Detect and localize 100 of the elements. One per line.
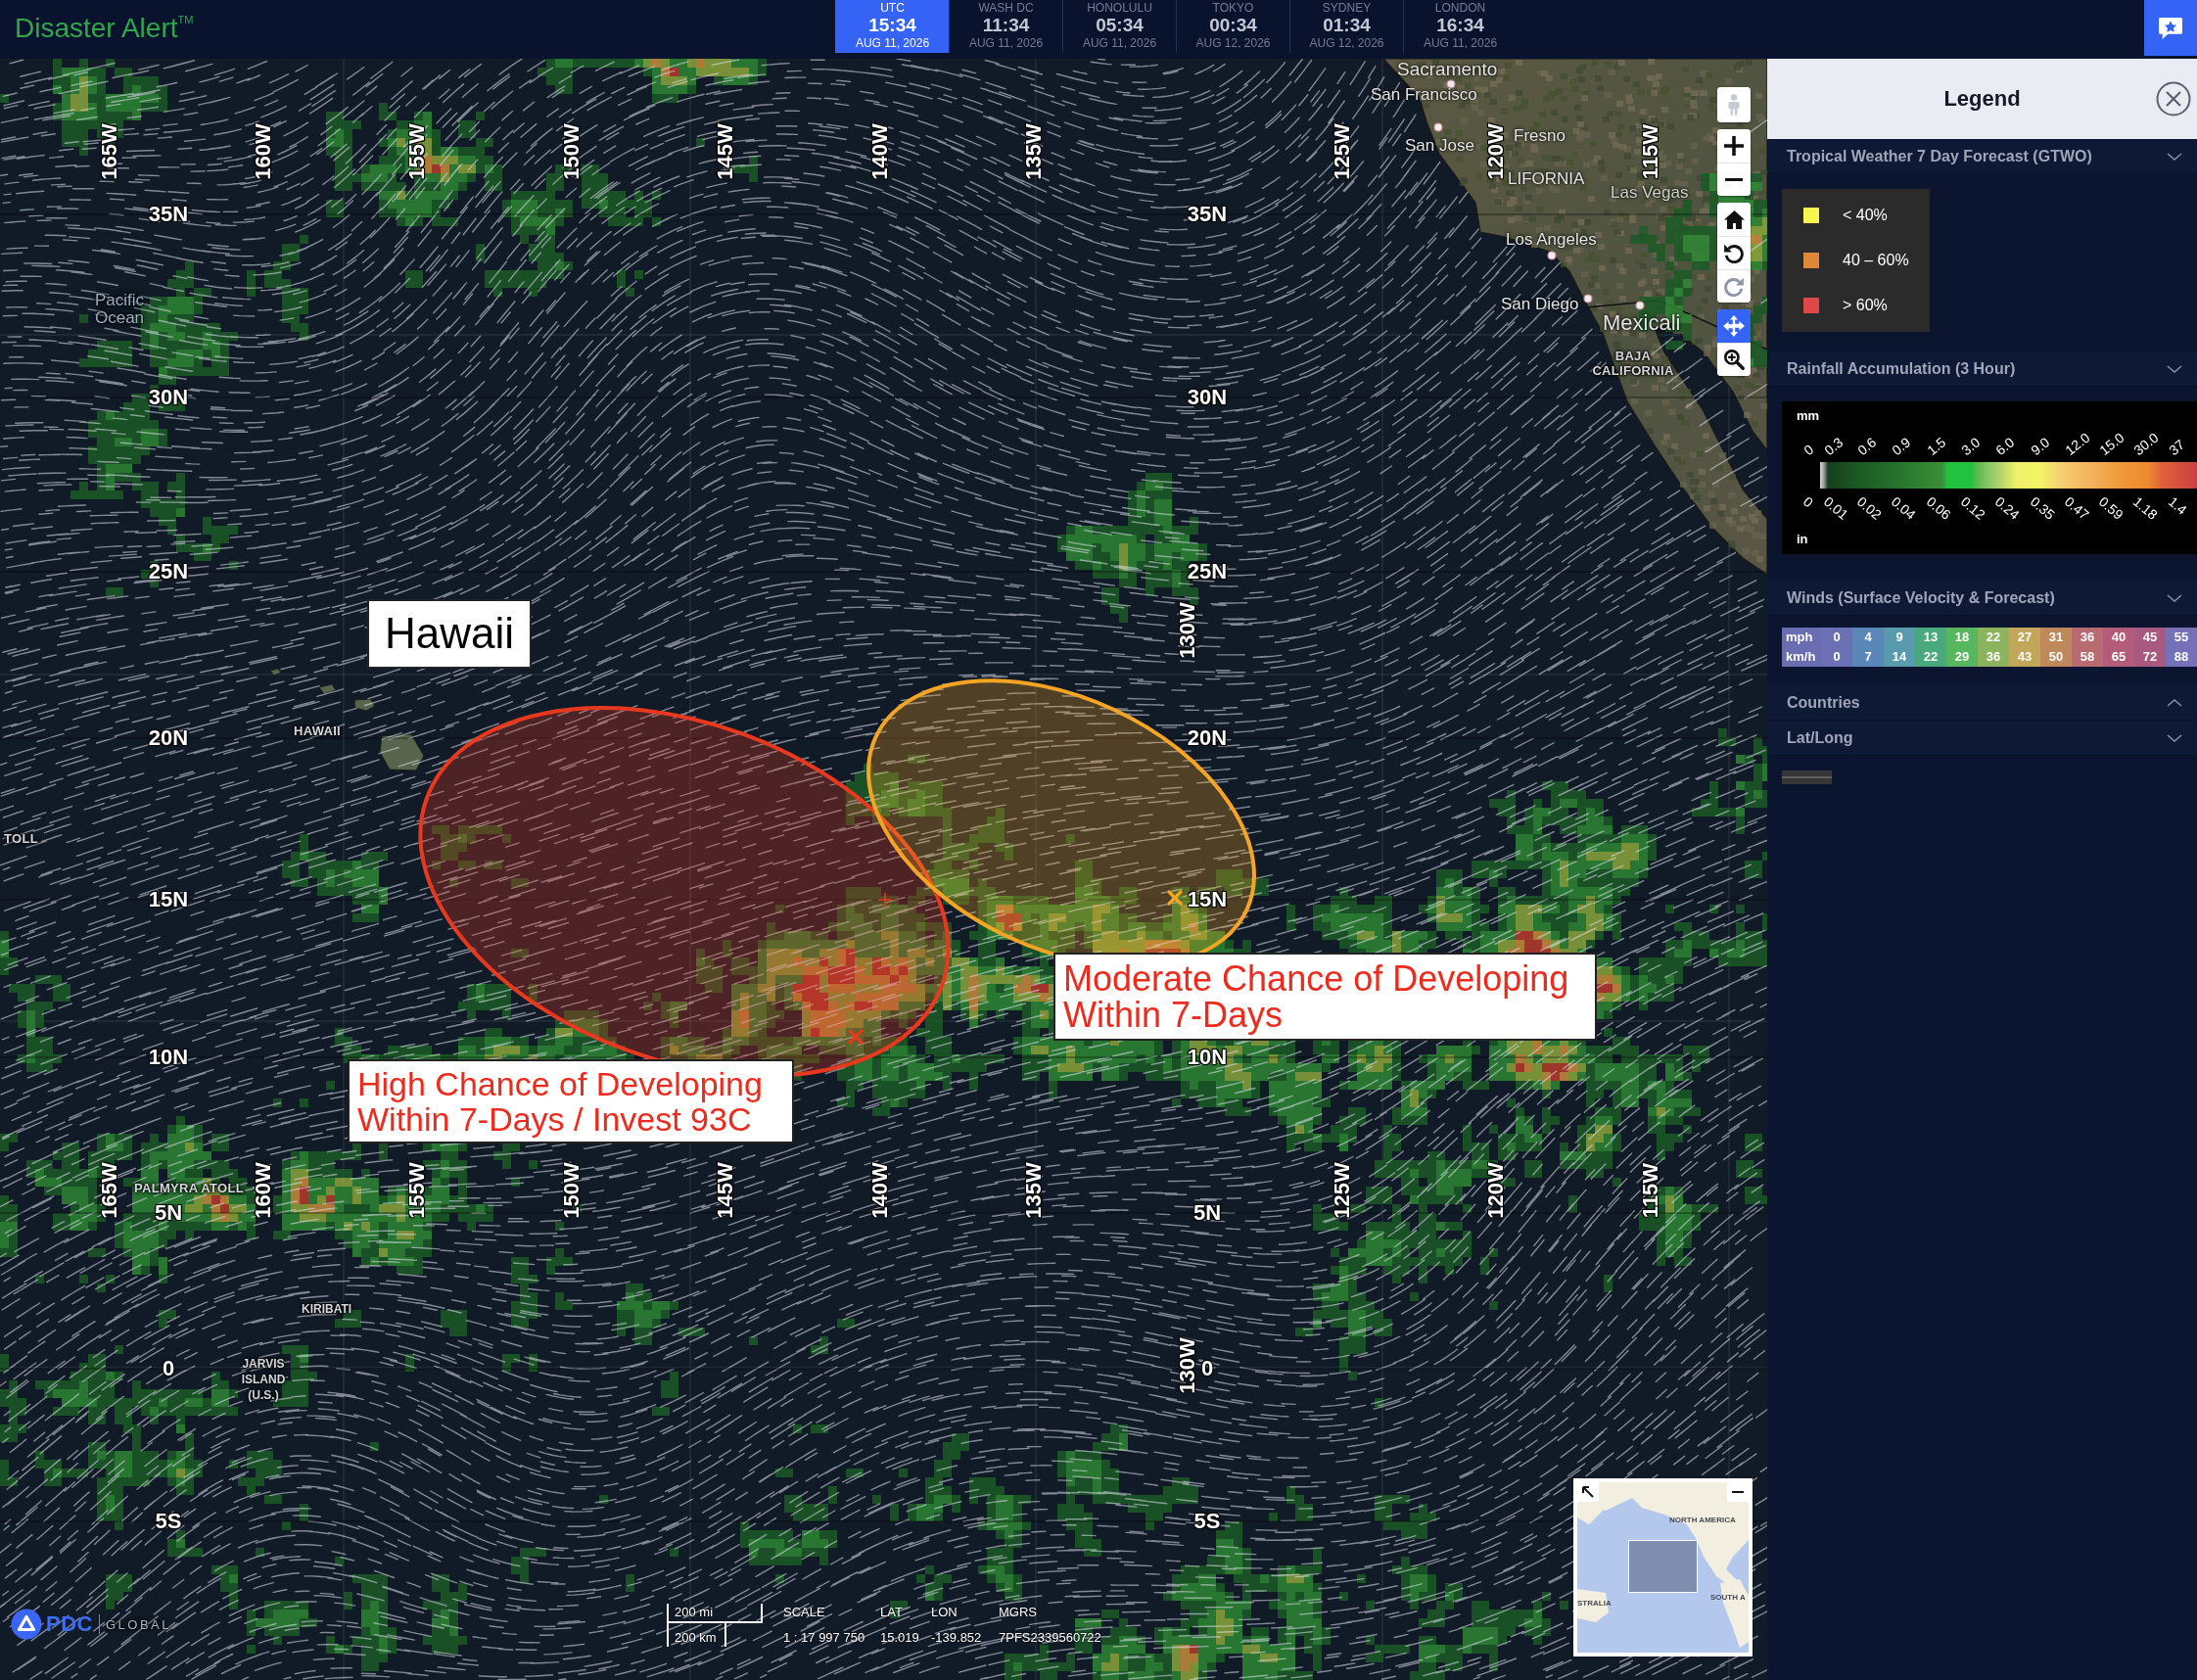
app-title: Disaster Alert$^{TM}$ — [14, 12, 195, 44]
place-label: San Francisco — [1371, 84, 1477, 104]
tick-label: 0 — [1800, 441, 1817, 458]
zoom-out-button[interactable] — [1717, 163, 1751, 196]
longitude-label: 145W — [714, 1162, 737, 1219]
legend-label: 40 – 60% — [1843, 252, 1909, 269]
crosshair-icon — [877, 892, 893, 908]
latitude-label: 15N — [148, 888, 189, 911]
clock-date: AUG 12, 2026 — [1309, 36, 1384, 51]
place-label: Mexicali — [1603, 311, 1681, 335]
clock-tab[interactable]: UTC 15:34 AUG 11, 2026 — [835, 0, 949, 53]
tick-label: 15.0 — [2096, 429, 2127, 458]
speed-value: 40 — [2111, 629, 2127, 646]
tick-label: 1.18 — [2130, 493, 2162, 523]
speed-value: 43 — [2017, 648, 2033, 666]
speed-value: 36 — [2080, 629, 2095, 646]
section-header[interactable]: Tropical Weather 7 Day Forecast (GTWO) — [1767, 139, 2197, 174]
tick-label: 0.12 — [1957, 493, 1988, 523]
tick-label: 0.04 — [1889, 493, 1920, 523]
speed-value: 88 — [2174, 648, 2189, 666]
speed-value: 58 — [2080, 648, 2095, 666]
latitude-label: 5N — [154, 1201, 183, 1225]
longitude-label: 125W — [1331, 123, 1354, 180]
clock-tab[interactable]: SYDNEY 01:34 AUG 12, 2026 — [1289, 0, 1403, 53]
x-mark-icon — [1167, 890, 1183, 906]
speed-value: 9 — [1895, 629, 1903, 646]
place-label: TOLL — [4, 830, 38, 846]
clock-tab[interactable]: LONDON 16:34 AUG 11, 2026 — [1403, 0, 1517, 53]
clock-time: 05:34 — [1096, 15, 1144, 36]
annotation-callout: Moderate Chance of Developing Within 7-Days — [1053, 953, 1598, 1041]
home-button[interactable] — [1717, 203, 1751, 236]
tick-label: 6.0 — [1992, 434, 2018, 458]
grid-line-swatch-icon — [1782, 770, 1832, 784]
clock-date: AUG 12, 2026 — [1195, 36, 1271, 51]
longitude-label: 135W — [1022, 123, 1046, 180]
section-header[interactable]: Countries — [1767, 685, 2197, 721]
plus-icon — [1724, 136, 1744, 156]
speed-value: 4 — [1864, 629, 1872, 646]
tick-label: 0.3 — [1821, 434, 1846, 458]
longitude-label: 120W — [1484, 1162, 1508, 1219]
latitude-label: 10N — [1187, 1046, 1228, 1069]
pan-button[interactable] — [1717, 309, 1751, 343]
section-header[interactable]: Winds (Surface Velocity & Forecast) — [1767, 581, 2197, 616]
speed-value: 50 — [2048, 648, 2064, 666]
latitude-label: 25N — [148, 560, 189, 583]
speed-value: 55 — [2174, 629, 2189, 646]
place-label: San Diego — [1501, 294, 1579, 313]
speed-value: 27 — [2017, 629, 2033, 646]
rotate-left-button[interactable] — [1717, 236, 1751, 269]
unit-label: mm — [1797, 408, 1820, 424]
place-label: Las Vegas — [1611, 182, 1689, 202]
longitude-label: 165W — [98, 123, 121, 180]
place-label: BAJA CALIFORNIA — [1592, 349, 1674, 378]
tick-label: 12.0 — [2061, 429, 2093, 458]
longitude-label: 155W — [405, 1162, 429, 1219]
clock-tab[interactable]: HONOLULU 05:34 AUG 11, 2026 — [1062, 0, 1176, 53]
viewport-rectangle[interactable] — [1628, 1540, 1698, 1593]
tick-label: 0.02 — [1853, 493, 1885, 523]
speed-value: 0 — [1833, 629, 1841, 646]
readout-label: SCALE — [783, 1604, 826, 1621]
x-mark-icon — [848, 1029, 864, 1045]
clock-city: TOKYO — [1212, 1, 1254, 15]
legend-label: > 60% — [1843, 297, 1888, 314]
panel-title: Legend — [1943, 86, 2021, 112]
home-icon — [1723, 210, 1745, 229]
place-label: Sacramento — [1397, 59, 1498, 79]
clock-tab[interactable]: TOKYO 00:34 AUG 12, 2026 — [1176, 0, 1289, 53]
clock-tab[interactable]: WASH DC 11:34 AUG 11, 2026 — [949, 0, 1062, 53]
zoom-tool-button[interactable] — [1717, 343, 1751, 376]
speed-value: 72 — [2142, 648, 2158, 666]
clock-city: UTC — [880, 1, 905, 15]
place-label: Los Angeles — [1506, 229, 1597, 249]
speed-value: 18 — [1954, 629, 1970, 646]
close-button[interactable] — [2156, 81, 2191, 117]
latitude-label: 0 — [162, 1357, 175, 1380]
latitude-label: 20N — [1187, 726, 1228, 750]
move-arrows-icon — [1723, 315, 1745, 337]
section-header[interactable]: Lat/Long — [1767, 721, 2197, 756]
speed-value: 0 — [1833, 648, 1841, 666]
section-header[interactable]: Rainfall Accumulation (3 Hour) — [1767, 351, 2197, 387]
tick-label: 0.06 — [1923, 493, 1954, 523]
speed-value: 31 — [2048, 629, 2064, 646]
tick-label: 0.35 — [2027, 493, 2058, 523]
readout-value: 1 : 17 997 750 — [783, 1629, 866, 1647]
tick-label: 30.0 — [2130, 429, 2162, 458]
clock-date: AUG 11, 2026 — [1423, 36, 1498, 51]
overview-map[interactable]: NORTH AMERICA STRALIA SOUTH A — [1573, 1478, 1753, 1657]
scale-label: 200 km — [675, 1629, 718, 1647]
arrow-icon — [1582, 1486, 1594, 1498]
speed-value: 13 — [1923, 629, 1939, 646]
clock-city: WASH DC — [978, 1, 1034, 15]
minus-icon — [1732, 1490, 1744, 1494]
starred-messages-button[interactable] — [2144, 0, 2197, 56]
zoom-in-button[interactable] — [1717, 129, 1751, 163]
latitude-label: 5S — [155, 1510, 182, 1533]
longitude-label: 155W — [405, 123, 429, 180]
clock-time: 01:34 — [1323, 15, 1371, 36]
longitude-label: 130W — [1176, 1337, 1199, 1394]
readout-value: 7PFS2339560722 — [999, 1629, 1101, 1647]
place-label: KIRIBATI — [302, 1301, 352, 1317]
